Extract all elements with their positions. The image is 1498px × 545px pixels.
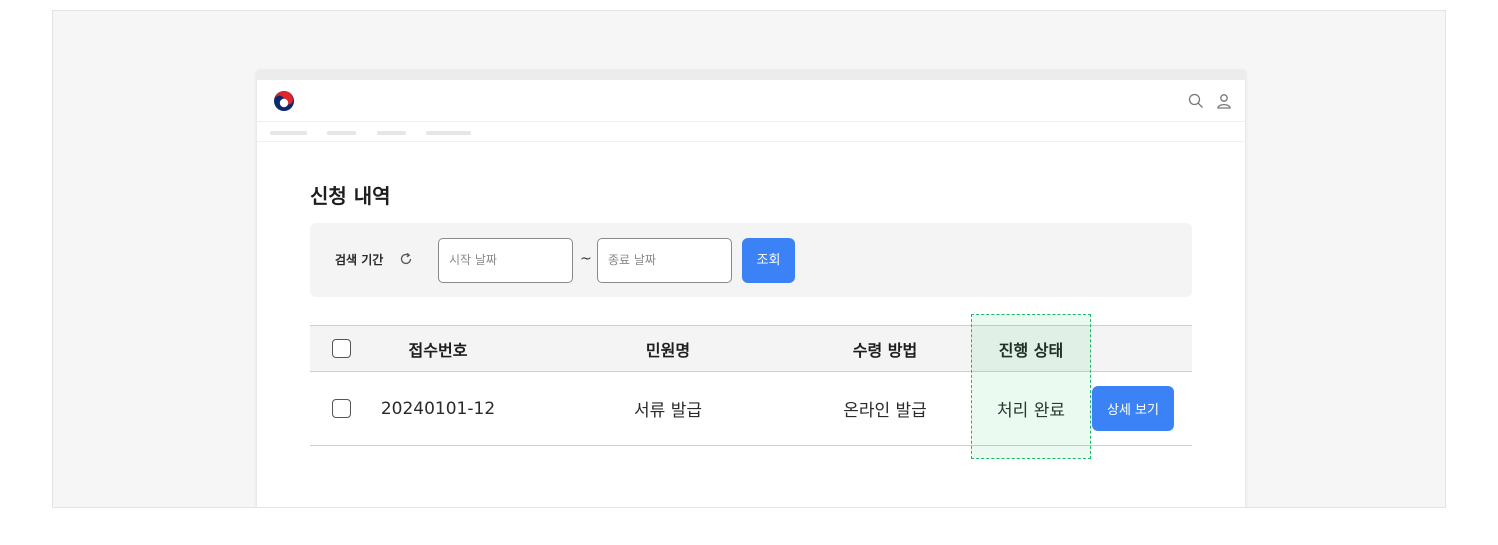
status-cell: 처리 완료 — [997, 401, 1065, 421]
application-table: 접수번호 민원명 수령 방법 진행 상태 20240101-12 서류 발급 온… — [310, 325, 1192, 446]
receipt-method-cell: 온라인 발급 — [843, 401, 927, 421]
page-title: 신청 내역 — [310, 184, 391, 208]
table-row: 20240101-12 서류 발급 온라인 발급 처리 완료 상세 보기 — [310, 372, 1192, 446]
search-period-label: 검색 기간 — [335, 253, 384, 267]
top-bar — [257, 80, 1245, 122]
select-all-checkbox[interactable] — [331, 339, 351, 358]
header-receipt-no: 접수번호 — [408, 340, 468, 360]
end-date-input[interactable]: 종료 날짜 — [597, 238, 732, 283]
table-header: 접수번호 민원명 수령 방법 진행 상태 — [310, 325, 1192, 372]
header-receipt-method: 수령 방법 — [852, 340, 918, 360]
nav-placeholder-item[interactable] — [327, 131, 356, 135]
app-window: 신청 내역 검색 기간 시작 날짜 ~ 종료 날짜 조회 접수번호 민원명 수령… — [257, 71, 1245, 507]
nav-placeholder-item[interactable] — [426, 131, 471, 135]
search-button[interactable]: 조회 — [742, 238, 795, 283]
canvas-frame: 신청 내역 검색 기간 시작 날짜 ~ 종료 날짜 조회 접수번호 민원명 수령… — [52, 10, 1446, 508]
nav-placeholder-item[interactable] — [270, 131, 307, 135]
nav-placeholder-item[interactable] — [377, 131, 406, 135]
application-name-cell: 서류 발급 — [634, 401, 702, 421]
start-date-input[interactable]: 시작 날짜 — [438, 238, 573, 283]
receipt-no-cell: 20240101-12 — [380, 398, 496, 419]
refresh-icon[interactable] — [398, 251, 414, 267]
top-icons — [1187, 92, 1233, 110]
row-select-cell — [330, 372, 352, 445]
header-application-name: 민원명 — [645, 340, 691, 360]
detail-cell: 상세 보기 — [1092, 372, 1174, 445]
user-icon[interactable] — [1215, 92, 1233, 110]
view-details-button[interactable]: 상세 보기 — [1092, 386, 1174, 431]
navigation-bar — [257, 122, 1245, 142]
korea-government-logo-icon[interactable] — [273, 90, 295, 112]
select-all-cell — [330, 326, 352, 371]
date-range-separator: ~ — [580, 251, 592, 267]
search-icon[interactable] — [1187, 92, 1205, 110]
header-progress-status: 진행 상태 — [998, 340, 1064, 360]
search-filter-panel: 검색 기간 시작 날짜 ~ 종료 날짜 조회 — [310, 223, 1192, 297]
row-checkbox[interactable] — [331, 399, 351, 418]
